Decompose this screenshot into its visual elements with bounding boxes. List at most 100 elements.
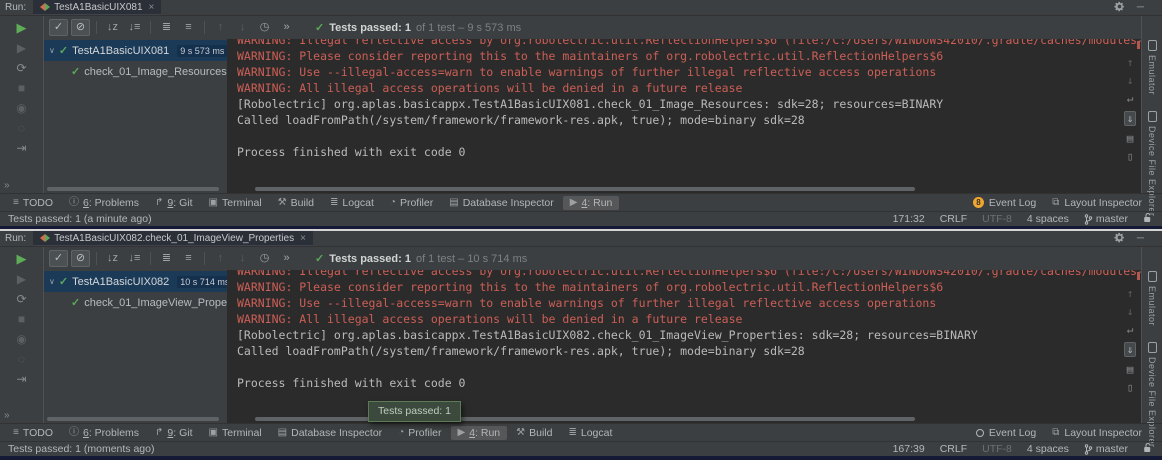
close-icon[interactable]: × bbox=[149, 2, 155, 13]
rerun-icon[interactable]: ▶ bbox=[17, 252, 27, 265]
sort-alphabetically-icon[interactable]: ↓z bbox=[103, 19, 122, 36]
rerun-failed-tests-icon[interactable]: ▶ bbox=[17, 273, 26, 285]
coverage-icon[interactable]: ◌ bbox=[18, 353, 25, 365]
line-ending[interactable]: CRLF bbox=[940, 213, 967, 225]
chevron-down-icon[interactable]: ∨ bbox=[49, 46, 55, 55]
run-console[interactable]: WARNING: Illegal reflective access by or… bbox=[227, 270, 1141, 423]
indent-setting[interactable]: 4 spaces bbox=[1027, 443, 1069, 455]
tree-horizontal-scrollbar[interactable] bbox=[47, 187, 219, 191]
tool-todo[interactable]: ≡TODO bbox=[6, 426, 60, 440]
run-tab[interactable]: TestA1BasicUIX082.check_01_ImageView_Pro… bbox=[33, 231, 313, 246]
tool-git[interactable]: ↱9: Git bbox=[148, 196, 200, 210]
caret-position[interactable]: 171:32 bbox=[893, 213, 925, 225]
emulator-tool-button[interactable]: Emulator bbox=[1147, 271, 1157, 326]
screenshot-icon[interactable]: ◉ bbox=[16, 102, 26, 114]
caret-position[interactable]: 167:39 bbox=[893, 443, 925, 455]
chevron-down-icon[interactable]: ∨ bbox=[49, 277, 55, 286]
event-log-button[interactable]: Event Log bbox=[976, 427, 1036, 439]
stop-icon[interactable]: ■ bbox=[18, 313, 25, 325]
tool-run[interactable]: ▶4: Run bbox=[563, 196, 620, 210]
close-icon[interactable]: × bbox=[300, 233, 306, 244]
print-icon[interactable]: ▤ bbox=[1127, 133, 1134, 144]
lock-icon[interactable] bbox=[1143, 213, 1152, 226]
next-occurrence-icon[interactable]: ↓ bbox=[233, 250, 252, 267]
toolbar-overflow-icon[interactable]: » bbox=[4, 180, 10, 191]
toggle-auto-test-icon[interactable]: ⟳ bbox=[16, 293, 26, 305]
indent-setting[interactable]: 4 spaces bbox=[1027, 213, 1069, 225]
test-tree-root-row[interactable]: ∨ ✓ TestA1BasicUIX082 (org.aplas.basicap… bbox=[44, 271, 227, 292]
rerun-icon[interactable]: ▶ bbox=[17, 21, 27, 34]
minimize-icon[interactable]: ─ bbox=[1137, 233, 1144, 244]
console-horizontal-scrollbar[interactable] bbox=[255, 187, 915, 191]
clear-console-icon[interactable]: ▯ bbox=[1127, 151, 1134, 162]
stop-icon[interactable]: ■ bbox=[18, 82, 25, 94]
scroll-to-end-icon[interactable]: ⇓ bbox=[1124, 342, 1137, 357]
previous-occurrence-icon[interactable]: ↑ bbox=[211, 250, 230, 267]
emulator-tool-button[interactable]: Emulator bbox=[1147, 40, 1157, 95]
tool-build[interactable]: ⚒Build bbox=[509, 426, 559, 440]
previous-occurrence-icon[interactable]: ↑ bbox=[211, 19, 230, 36]
clear-console-icon[interactable]: ▯ bbox=[1127, 382, 1134, 393]
tool-database-inspector[interactable]: ▤Database Inspector bbox=[442, 196, 561, 210]
import-tests-icon[interactable]: ⇥ bbox=[16, 373, 26, 385]
rerun-failed-tests-icon[interactable]: ▶ bbox=[17, 42, 26, 54]
scroll-up-icon[interactable]: ↑ bbox=[1127, 57, 1134, 68]
soft-wrap-icon[interactable]: ↵ bbox=[1127, 324, 1134, 335]
scroll-up-icon[interactable]: ↑ bbox=[1127, 288, 1134, 299]
toolbar-overflow-icon[interactable]: » bbox=[4, 410, 10, 421]
toolbar-more-icon[interactable]: » bbox=[277, 250, 296, 267]
file-encoding[interactable]: UTF-8 bbox=[982, 213, 1012, 225]
screenshot-icon[interactable]: ◉ bbox=[16, 333, 26, 345]
tool-logcat[interactable]: ≣Logcat bbox=[561, 426, 619, 440]
test-tree-root-row[interactable]: ∨ ✓ TestA1BasicUIX081 (org.aplas.basicap… bbox=[44, 40, 227, 61]
tool-todo[interactable]: ≡TODO bbox=[6, 196, 60, 210]
import-tests-icon[interactable]: ⇥ bbox=[16, 142, 26, 154]
console-horizontal-scrollbar[interactable] bbox=[255, 417, 915, 421]
file-encoding[interactable]: UTF-8 bbox=[982, 443, 1012, 455]
sort-alphabetically-icon[interactable]: ↓z bbox=[103, 250, 122, 267]
layout-inspector-button[interactable]: ⧉ Layout Inspector bbox=[1052, 197, 1142, 209]
tool-build[interactable]: ⚒Build bbox=[271, 196, 321, 210]
gear-icon[interactable] bbox=[1114, 232, 1125, 246]
layout-inspector-button[interactable]: ⧉ Layout Inspector bbox=[1052, 427, 1142, 439]
gear-icon[interactable] bbox=[1114, 1, 1125, 15]
tool-git[interactable]: ↱9: Git bbox=[148, 426, 200, 440]
lock-icon[interactable] bbox=[1143, 443, 1152, 456]
minimize-icon[interactable]: ─ bbox=[1137, 2, 1144, 13]
toggle-auto-test-icon[interactable]: ⟳ bbox=[16, 62, 26, 74]
show-passed-icon[interactable]: ✓ bbox=[49, 19, 68, 36]
git-branch[interactable]: master bbox=[1084, 443, 1128, 455]
show-passed-icon[interactable]: ✓ bbox=[49, 250, 68, 267]
tool-problems[interactable]: ⓘ6: Problems bbox=[62, 196, 146, 210]
tool-terminal[interactable]: ▣Terminal bbox=[202, 426, 269, 440]
expand-all-icon[interactable]: ≣ bbox=[157, 250, 176, 267]
tool-problems[interactable]: ⓘ6: Problems bbox=[62, 426, 146, 440]
show-ignored-icon[interactable]: ⊘ bbox=[71, 19, 90, 36]
coverage-icon[interactable]: ◌ bbox=[18, 122, 25, 134]
sort-by-duration-icon[interactable]: ↓≡ bbox=[125, 250, 144, 267]
run-tab[interactable]: TestA1BasicUIX081 × bbox=[33, 0, 161, 15]
scroll-down-icon[interactable]: ↓ bbox=[1127, 306, 1134, 317]
tool-terminal[interactable]: ▣Terminal bbox=[202, 196, 269, 210]
tool-logcat[interactable]: ≣Logcat bbox=[323, 196, 381, 210]
toolbar-more-icon[interactable]: » bbox=[277, 19, 296, 36]
expand-all-icon[interactable]: ≣ bbox=[157, 19, 176, 36]
next-occurrence-icon[interactable]: ↓ bbox=[233, 19, 252, 36]
show-ignored-icon[interactable]: ⊘ bbox=[71, 250, 90, 267]
tool-profiler[interactable]: ◔Profiler bbox=[383, 196, 440, 210]
test-history-icon[interactable]: ◷ bbox=[255, 19, 274, 36]
scroll-to-end-icon[interactable]: ⇓ bbox=[1124, 111, 1137, 126]
tool-run[interactable]: ▶4: Run bbox=[451, 426, 508, 440]
test-tree-child-row[interactable]: ✓ check_01_Image_Resources 9 s 573 ms bbox=[44, 61, 227, 82]
event-log-button[interactable]: 8 Event Log bbox=[973, 197, 1036, 209]
run-console[interactable]: WARNING: Illegal reflective access by or… bbox=[227, 39, 1141, 193]
git-branch[interactable]: master bbox=[1084, 213, 1128, 225]
tree-horizontal-scrollbar[interactable] bbox=[47, 417, 219, 421]
scroll-down-icon[interactable]: ↓ bbox=[1127, 75, 1134, 86]
print-icon[interactable]: ▤ bbox=[1127, 364, 1134, 375]
test-history-icon[interactable]: ◷ bbox=[255, 250, 274, 267]
collapse-all-icon[interactable]: ≡ bbox=[179, 19, 198, 36]
sort-by-duration-icon[interactable]: ↓≡ bbox=[125, 19, 144, 36]
tool-database-inspector[interactable]: ▤Database Inspector bbox=[271, 426, 390, 440]
tool-profiler[interactable]: ◔Profiler bbox=[391, 426, 448, 440]
